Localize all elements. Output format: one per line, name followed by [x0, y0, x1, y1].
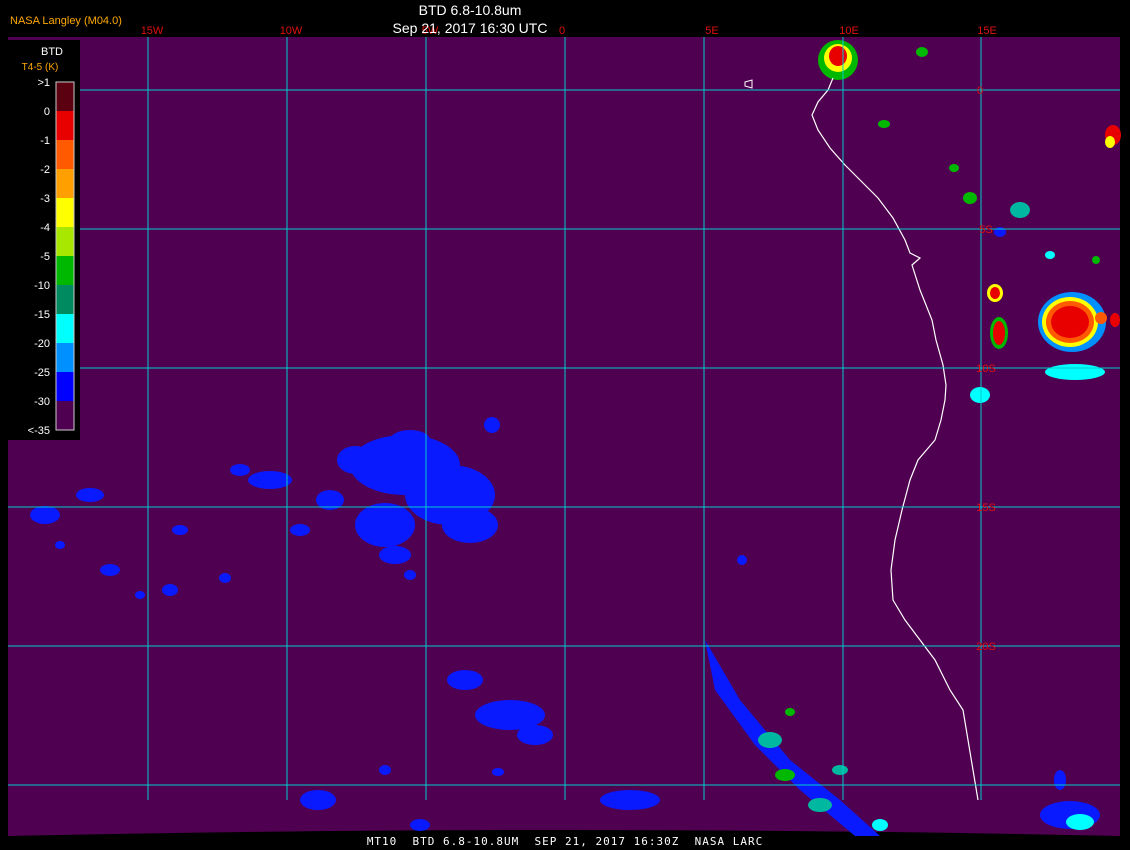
legend-swatch	[56, 140, 74, 169]
lat-label-0: 0	[977, 85, 983, 97]
legend-swatch	[56, 111, 74, 140]
legend-swatches	[56, 82, 74, 430]
legend-label: -10	[34, 280, 50, 292]
satellite-map: 15W 10W 5W 0 5E 10E 15E 0 5S 10S 15S 20S…	[0, 0, 1130, 850]
map-datetime: Sep 21, 2017 16:30 UTC	[392, 20, 548, 36]
legend-label: >1	[37, 77, 50, 89]
lat-label-10s: 10S	[976, 363, 996, 375]
legend-swatch	[56, 169, 74, 198]
legend-label: -25	[34, 367, 50, 379]
lon-label-15e: 15E	[977, 25, 997, 37]
legend-swatch	[56, 343, 74, 372]
legend-label: -30	[34, 396, 50, 408]
legend-label: -4	[40, 222, 50, 234]
legend-swatch	[56, 285, 74, 314]
map-background	[8, 37, 1120, 836]
lat-label-20s: 20S	[976, 641, 996, 653]
legend-label: -20	[34, 338, 50, 350]
lat-label-15s: 15S	[976, 502, 996, 514]
footer-caption: MT10 BTD 6.8-10.8UM SEP 21, 2017 16:30Z …	[366, 835, 764, 848]
legend-label: -3	[40, 193, 50, 205]
legend-swatch	[56, 198, 74, 227]
map-title: BTD 6.8-10.8um	[418, 2, 522, 18]
legend-label: -2	[40, 164, 50, 176]
legend-subtitle: T4-5 (K)	[22, 62, 59, 73]
legend-title: BTD	[41, 46, 63, 58]
legend-label: -1	[40, 135, 50, 147]
legend-swatch	[56, 314, 74, 343]
legend-swatch	[56, 82, 74, 111]
legend-label: -5	[40, 251, 50, 263]
color-legend: BTD T4-5 (K) >1 0 -1 -2 -3 -4 -5 -10 -15 -20 -25 -3…	[8, 40, 80, 440]
legend-label: <-35	[28, 425, 50, 437]
legend-swatch	[56, 401, 74, 430]
legend-swatch	[56, 227, 74, 256]
legend-swatch	[56, 372, 74, 401]
legend-label: -15	[34, 309, 50, 321]
lat-label-5s: 5S	[979, 224, 992, 236]
legend-swatch	[56, 256, 74, 285]
legend-label: 0	[44, 106, 50, 118]
